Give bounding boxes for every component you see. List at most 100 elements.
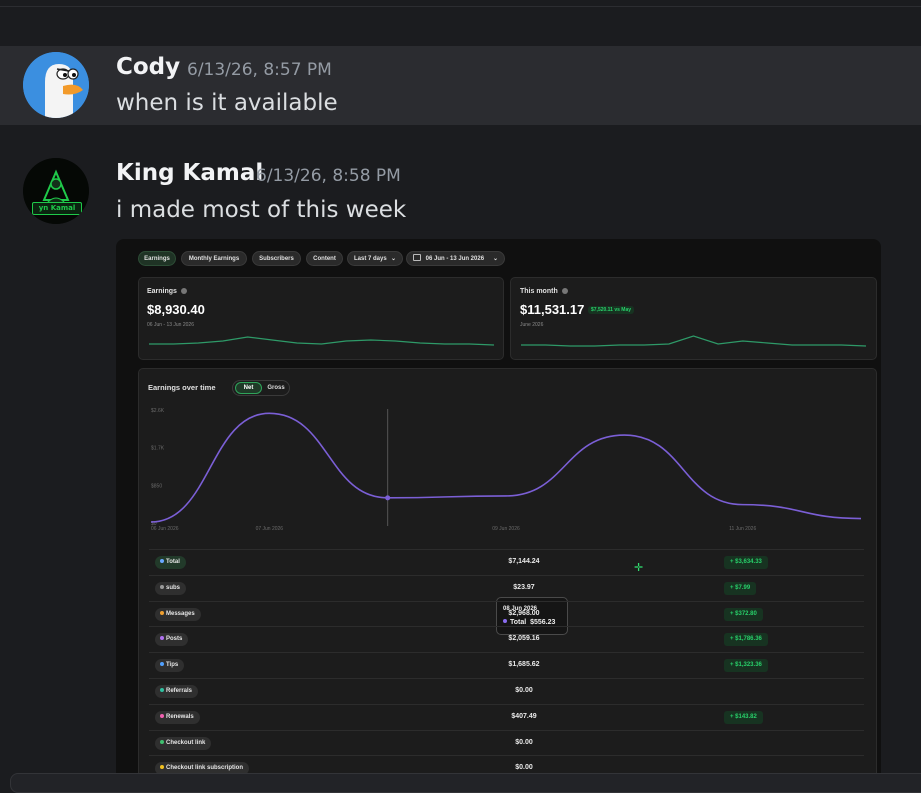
- tab-earnings[interactable]: Earnings: [138, 251, 176, 266]
- image-attachment[interactable]: Earnings Monthly Earnings Subscribers Co…: [116, 239, 881, 787]
- earnings-label: Earnings: [147, 288, 187, 295]
- avatar[interactable]: yn Kamal: [23, 158, 89, 224]
- message-cody[interactable]: Cody 6/13/26, 8:57 PM when is it availab…: [0, 46, 921, 125]
- row-category-pill[interactable]: Total: [155, 556, 186, 569]
- y-tick-label: $2.6K: [151, 408, 165, 414]
- row-category-pill[interactable]: Posts: [155, 633, 189, 647]
- category-dot-icon: [160, 662, 164, 667]
- row-value: $0.00: [515, 764, 533, 772]
- toggle-gross[interactable]: Gross: [264, 382, 288, 394]
- toggle-net[interactable]: Net: [235, 382, 262, 394]
- y-tick-label: $1.7K: [151, 446, 165, 452]
- row-label: Checkout link: [166, 739, 206, 746]
- row-value: $0.00: [515, 738, 533, 746]
- cursor-crosshair-icon: ✛: [634, 561, 644, 574]
- date-range-picker[interactable]: 06 Jun - 13 Jun 2026 ⌄: [406, 251, 505, 266]
- category-dot-icon: [160, 584, 164, 589]
- chevron-down-icon: ⌄: [492, 256, 498, 262]
- row-label: Checkout link subscription: [166, 765, 244, 772]
- row-category-pill[interactable]: Tips: [155, 659, 185, 673]
- row-label: Messages: [166, 610, 195, 617]
- message-text: i made most of this week: [116, 197, 407, 223]
- table-row[interactable]: subs $23.97 + $7.99: [149, 574, 864, 602]
- row-value: $2,059.16: [508, 635, 540, 643]
- earnings-line-chart[interactable]: $2.6K$1.7K$850$006 Jun 2026 07 Jun 2026 09…: [139, 399, 876, 539]
- row-value: $7,144.24: [508, 558, 540, 565]
- message-input[interactable]: [10, 773, 921, 793]
- tab-content[interactable]: Content: [306, 251, 343, 266]
- table-row[interactable]: Tips $1,685.62 + $1,323.36: [149, 652, 864, 679]
- row-change-badge: + $372.80: [724, 607, 763, 621]
- table-row[interactable]: Messages $2,968.00 + $372.80: [149, 600, 864, 628]
- category-dot-icon: [160, 636, 164, 641]
- goose-avatar-icon: [23, 52, 89, 118]
- table-row[interactable]: Referrals $0.00: [149, 678, 864, 705]
- row-change-badge: + $143.82: [724, 710, 763, 724]
- message-king-kamal[interactable]: yn Kamal King Kamal 6/13/26, 8:58 PM i m…: [0, 125, 921, 225]
- top-divider: [0, 6, 921, 7]
- this-month-card[interactable]: This month $11,531.17 $7,520.11 vs May J…: [510, 277, 877, 360]
- date-range-label: 06 Jun - 13 Jun 2026: [425, 256, 485, 262]
- info-icon: [180, 288, 187, 294]
- row-label: Referrals: [166, 688, 193, 694]
- calendar-icon: [413, 254, 421, 261]
- row-value: $2,968.00: [508, 609, 540, 617]
- x-tick-label: 06 Jun 2026: [151, 526, 179, 532]
- x-tick-label: 09 Jun 2026: [492, 526, 520, 532]
- earnings-card[interactable]: Earnings $8,930.40 06 Jun - 13 Jun 2026: [138, 277, 504, 360]
- this-month-label: This month: [520, 288, 568, 295]
- category-dot-icon: [160, 559, 164, 563]
- tab-monthly-earnings[interactable]: Monthly Earnings: [181, 251, 247, 266]
- this-month-value: $11,531.17: [520, 302, 585, 317]
- data-point[interactable]: [385, 495, 391, 501]
- row-label: Renewals: [166, 713, 194, 720]
- username[interactable]: King Kamal: [116, 160, 263, 186]
- row-category-pill[interactable]: Messages: [155, 607, 201, 621]
- row-change-badge: + $7.99: [724, 581, 757, 595]
- avatar[interactable]: [23, 52, 89, 118]
- row-category-pill[interactable]: Checkout link: [155, 736, 212, 750]
- earnings-sparkline: [149, 336, 494, 346]
- row-value: $23.97: [513, 583, 535, 591]
- this-month-sparkline: [521, 335, 866, 347]
- message-text: when is it available: [116, 90, 338, 116]
- row-label: Posts: [166, 636, 183, 643]
- tab-subscribers[interactable]: Subscribers: [252, 251, 301, 266]
- category-dot-icon: [160, 713, 164, 718]
- table-row[interactable]: Checkout link $0.00: [149, 729, 864, 757]
- row-value: $1,685.62: [508, 661, 540, 669]
- this-month-period: June 2026: [520, 322, 544, 328]
- row-change-badge: + $3,634.33: [724, 556, 768, 569]
- y-tick-label: $850: [151, 483, 162, 489]
- row-category-pill[interactable]: Referrals: [155, 685, 199, 698]
- earnings-date-range: 06 Jun - 13 Jun 2026: [147, 322, 194, 328]
- row-category-pill[interactable]: subs: [155, 581, 187, 595]
- row-value: $407.49: [511, 712, 537, 720]
- table-row[interactable]: Posts $2,059.16 + $1,786.36: [149, 626, 864, 653]
- table-row[interactable]: Total $7,144.24 + $3,634.33: [149, 549, 864, 576]
- chart-title: Earnings over time: [148, 383, 216, 392]
- category-dot-icon: [160, 688, 164, 692]
- range-select-label: Last 7 days: [354, 256, 387, 262]
- chevron-down-icon: ⌄: [390, 256, 396, 262]
- timestamp: 6/13/26, 8:58 PM: [256, 166, 401, 186]
- row-label: Total: [166, 559, 180, 565]
- table-row[interactable]: Renewals $407.49 + $143.82: [149, 703, 864, 731]
- timestamp: 6/13/26, 8:57 PM: [187, 60, 332, 80]
- avatar-logo-text: yn Kamal: [32, 202, 82, 215]
- info-icon: [561, 288, 568, 294]
- x-tick-label: 07 Jun 2026: [256, 526, 284, 532]
- row-label: subs: [166, 584, 181, 591]
- x-tick-label: 11 Jun 2026: [729, 526, 756, 532]
- vs-last-month-badge: $7,520.11 vs May: [588, 306, 635, 314]
- series-line: [150, 412, 862, 523]
- category-dot-icon: [160, 739, 164, 744]
- net-gross-toggle[interactable]: Net Gross: [232, 380, 290, 396]
- row-category-pill[interactable]: Renewals: [155, 710, 200, 724]
- row-change-badge: + $1,786.36: [724, 633, 768, 647]
- category-dot-icon: [160, 765, 164, 770]
- row-value: $0.00: [515, 687, 533, 694]
- range-select[interactable]: Last 7 days ⌄: [347, 251, 403, 266]
- category-dot-icon: [160, 610, 164, 615]
- username[interactable]: Cody: [116, 54, 180, 80]
